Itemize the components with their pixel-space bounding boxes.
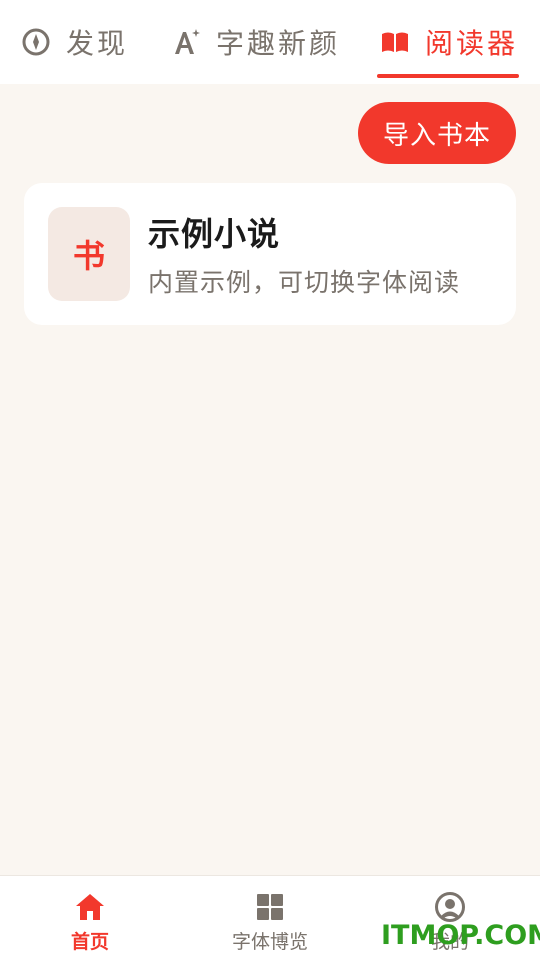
book-title: 示例小说 (148, 215, 281, 253)
book-description: 内置示例，可切换字体阅读 (148, 268, 461, 297)
user-circle-icon (433, 890, 467, 924)
top-tab-bar: 发现 字趣新颜 阅读器 (0, 0, 540, 84)
tab-font-new[interactable]: 字趣新颜 (170, 0, 340, 84)
open-book-icon (379, 26, 411, 58)
active-tab-indicator (377, 74, 519, 78)
nav-home[interactable]: 首页 (0, 876, 180, 960)
font-sparkle-icon (170, 26, 202, 58)
import-book-button[interactable]: 导入书本 (358, 102, 516, 164)
nav-fonts[interactable]: 字体博览 (180, 876, 360, 960)
tab-font-new-label: 字趣新颜 (216, 27, 341, 60)
nav-fonts-label: 字体博览 (231, 931, 308, 953)
tab-reader-label: 阅读器 (425, 27, 519, 60)
book-cover: 书 (48, 207, 130, 301)
watermark: ITMOP.COM (381, 920, 540, 951)
tab-discover-label: 发现 (66, 27, 129, 60)
tab-discover[interactable]: 发现 (20, 0, 128, 84)
compass-icon (20, 26, 52, 58)
nav-home-label: 首页 (70, 931, 109, 953)
grid-icon (253, 890, 287, 924)
home-icon (73, 890, 107, 924)
book-card[interactable]: 书 示例小说 内置示例，可切换字体阅读 (24, 183, 516, 325)
tab-reader[interactable]: 阅读器 (379, 0, 518, 84)
